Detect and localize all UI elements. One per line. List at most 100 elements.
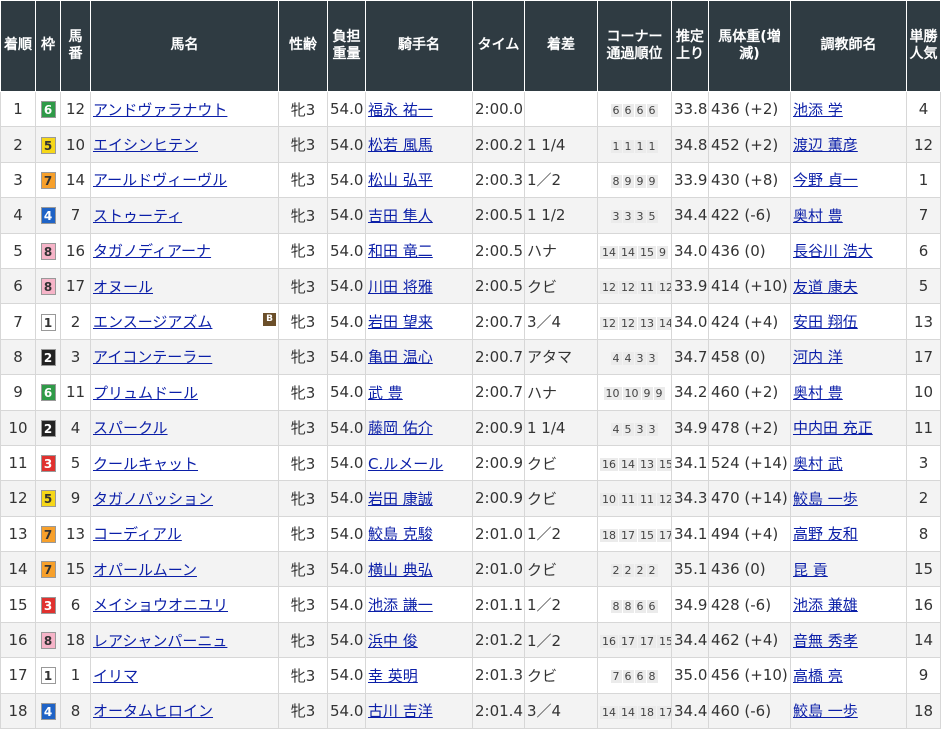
margin-cell: 1／2 xyxy=(524,621,598,659)
horse-link[interactable]: ストゥーティ xyxy=(93,207,182,225)
jockey-link[interactable]: 川田 将雅 xyxy=(368,278,433,296)
corner-position: 9 xyxy=(634,174,646,188)
trainer-link[interactable]: 鮫島 一歩 xyxy=(793,490,858,508)
jockey-link[interactable]: 松若 風馬 xyxy=(368,136,433,154)
weight-cell: 54.0 xyxy=(327,444,366,482)
horse-link[interactable]: コーディアル xyxy=(93,525,182,543)
jockey-link[interactable]: 横山 典弘 xyxy=(368,561,433,579)
table-row: 17 1 1 イリマ 牝3 54.0 幸 英明 2:01.3 クビ 7668 3… xyxy=(0,657,941,694)
weight-value: 54.0 xyxy=(330,312,364,331)
trainer-cell: 渡辺 薫彦 xyxy=(790,126,907,163)
sexage-cell: 牝3 xyxy=(278,374,328,411)
trainer-link[interactable]: 音無 秀孝 xyxy=(793,632,858,650)
horse-link[interactable]: エイシンヒテン xyxy=(93,136,198,154)
corner-position: 1 xyxy=(610,139,622,153)
trainer-link[interactable]: 高野 友和 xyxy=(793,525,858,543)
jockey-link[interactable]: C.ルメール xyxy=(368,455,443,473)
horse-link[interactable]: アンドヴァラナウト xyxy=(93,101,227,119)
time-value: 2:00.9 xyxy=(475,489,523,508)
trainer-link[interactable]: 河内 洋 xyxy=(793,348,843,366)
trainer-link[interactable]: 安田 翔伍 xyxy=(793,313,858,331)
umaban-cell: 5 xyxy=(60,444,91,482)
trainer-link[interactable]: 奥村 豊 xyxy=(793,207,843,225)
margin-value: 1／2 xyxy=(527,596,562,615)
body-weight-value: 494 (+4) xyxy=(711,524,779,543)
horse-link[interactable]: スパークル xyxy=(93,419,168,437)
rank-value: 18 xyxy=(8,701,28,720)
last-cell: 34.9 xyxy=(671,586,709,623)
jockey-link[interactable]: 和田 竜二 xyxy=(368,242,433,260)
jockey-link[interactable]: 岩田 康誠 xyxy=(368,490,433,508)
jockey-link[interactable]: 吉田 隼人 xyxy=(368,207,433,225)
horse-link[interactable]: エンスージアズム xyxy=(93,313,212,331)
trainer-link[interactable]: 池添 学 xyxy=(793,101,843,119)
jockey-link[interactable]: 古川 吉洋 xyxy=(368,702,433,720)
last-value: 33.9 xyxy=(674,170,708,189)
horse-link[interactable]: オパールムーン xyxy=(93,561,197,579)
weight-value: 54.0 xyxy=(330,206,364,225)
trainer-link[interactable]: 中内田 充正 xyxy=(793,419,873,437)
trainer-link[interactable]: 長谷川 浩大 xyxy=(793,242,873,260)
trainer-link[interactable]: 高橋 亮 xyxy=(793,667,843,685)
header-waku-label: 枠 xyxy=(41,37,55,54)
jockey-link[interactable]: 池添 謙一 xyxy=(368,596,433,614)
pop-cell: 6 xyxy=(906,232,941,269)
jockey-link[interactable]: 岩田 望来 xyxy=(368,313,433,331)
body-weight-value: 524 (+14) xyxy=(711,454,788,473)
pop-cell: 13 xyxy=(906,303,941,340)
horse-link[interactable]: プリュムドール xyxy=(93,384,198,402)
sexage-value: 牝3 xyxy=(290,525,316,544)
horse-link[interactable]: アイコンテーラー xyxy=(93,348,212,366)
jockey-link[interactable]: 鮫島 克駿 xyxy=(368,525,433,543)
jockey-link[interactable]: 亀田 温心 xyxy=(368,348,433,366)
jockey-link[interactable]: 幸 英明 xyxy=(368,667,418,685)
trainer-cell: 音無 秀孝 xyxy=(790,621,907,659)
jockey-link[interactable]: 武 豊 xyxy=(368,384,403,402)
header-pop-label: 単勝人気 xyxy=(909,28,938,63)
jockey-link[interactable]: 松山 弘平 xyxy=(368,171,433,189)
trainer-link[interactable]: 今野 貞一 xyxy=(793,171,858,189)
trainer-link[interactable]: 昆 貢 xyxy=(793,561,828,579)
corner-position: 8 xyxy=(622,599,634,613)
horse-cell: タガノパッション xyxy=(90,480,279,517)
umaban-cell: 11 xyxy=(60,374,91,411)
trainer-link[interactable]: 奥村 武 xyxy=(793,455,843,473)
jockey-link[interactable]: 福永 祐一 xyxy=(368,101,433,119)
trainer-cell: 友道 康夫 xyxy=(790,267,907,305)
horse-link[interactable]: クールキャット xyxy=(93,455,198,473)
weight-cell: 54.0 xyxy=(327,621,366,659)
trainer-link[interactable]: 鮫島 一歩 xyxy=(793,702,858,720)
horse-link[interactable]: レアシャンパーニュ xyxy=(93,632,227,650)
time-cell: 2:01.4 xyxy=(472,692,525,730)
weight-value: 54.0 xyxy=(330,277,364,296)
trainer-link[interactable]: 池添 兼雄 xyxy=(793,596,858,614)
weight-value: 54.0 xyxy=(330,135,364,154)
corner-position: 10 xyxy=(603,387,622,401)
trainer-link[interactable]: 友道 康夫 xyxy=(793,278,858,296)
trainer-cell: 高橋 亮 xyxy=(790,657,907,694)
header-margin: 着差 xyxy=(524,0,598,92)
horse-link[interactable]: タガノディアーナ xyxy=(93,242,211,260)
time-value: 2:00.7 xyxy=(475,312,523,331)
corner-position: 7 xyxy=(610,670,622,684)
horse-link[interactable]: タガノパッション xyxy=(93,490,213,508)
horse-link[interactable]: オータムヒロイン xyxy=(93,702,213,720)
corner-positions: 8866 xyxy=(610,599,659,613)
last-cell: 34.0 xyxy=(671,303,709,340)
weight-value: 54.0 xyxy=(330,489,364,508)
rank-value: 3 xyxy=(13,170,23,189)
weight-cell: 54.0 xyxy=(327,374,366,411)
trainer-link[interactable]: 奥村 豊 xyxy=(793,384,843,402)
weight-value: 54.0 xyxy=(330,631,364,650)
horse-link[interactable]: イリマ xyxy=(93,667,138,685)
jockey-link[interactable]: 藤岡 佑介 xyxy=(368,419,433,437)
margin-value: 3／4 xyxy=(527,702,562,721)
horse-link[interactable]: オヌール xyxy=(93,278,153,296)
weight-cell: 54.0 xyxy=(327,303,366,340)
weight-cell: 54.0 xyxy=(327,586,366,623)
trainer-link[interactable]: 渡辺 薫彦 xyxy=(793,136,858,154)
jockey-link[interactable]: 浜中 俊 xyxy=(368,632,418,650)
horse-link[interactable]: アールドヴィーヴル xyxy=(93,171,227,189)
corner-position: 9 xyxy=(653,387,665,401)
horse-link[interactable]: メイショウオニユリ xyxy=(93,596,228,614)
